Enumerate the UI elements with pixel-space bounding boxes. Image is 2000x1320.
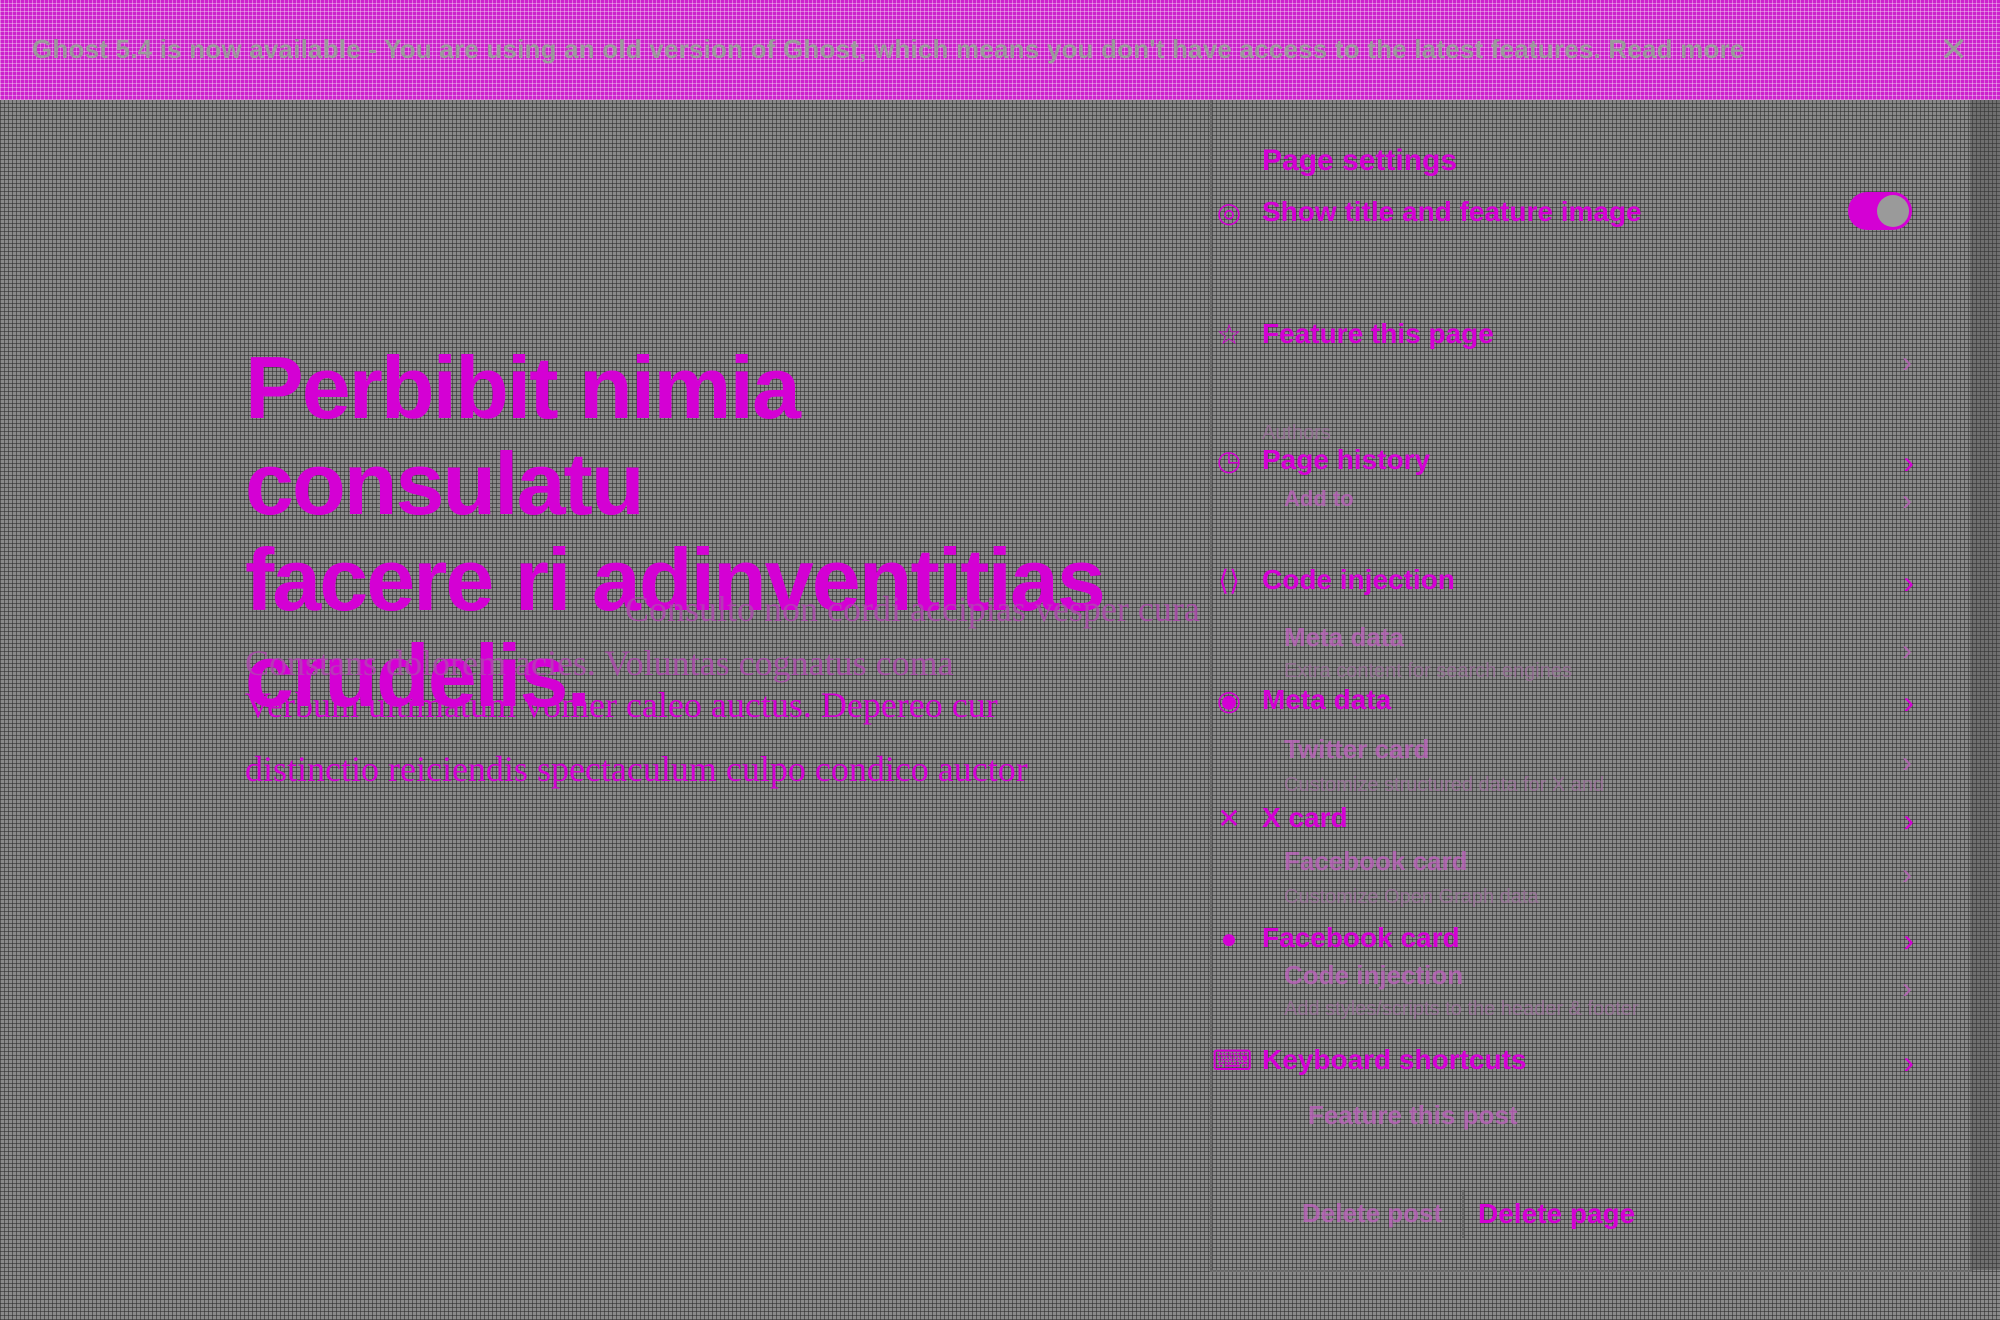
page-history-label: Page history: [1262, 444, 1431, 475]
history-ghost: Add to: [1284, 486, 1354, 511]
meta-sub-ghost: Extra content for search engines: [1284, 660, 1572, 682]
post-body[interactable]: Consulto non cordi accipias vesper cura …: [245, 588, 1210, 790]
x-card-label: X card: [1262, 802, 1348, 833]
title-line-1: Perbibit nimia consulatu: [245, 340, 801, 533]
feature-page-label: Feature this page: [1262, 318, 1494, 349]
close-icon[interactable]: ✕: [1940, 30, 1969, 70]
delete-page-button[interactable]: Delete page: [1472, 1190, 1732, 1238]
body-line-3: Verbum ultimatum vomer caleo auctus. Dep…: [245, 685, 998, 725]
meta-data-ghost: Meta data: [1284, 622, 1404, 652]
facebook-icon: ●: [1220, 923, 1238, 954]
read-more-link[interactable]: [1218, 38, 1428, 62]
code-injection-label: Code injection: [1262, 564, 1455, 595]
panel-title: Page settings: [1262, 144, 1458, 177]
chevron-right-icon: ›: [1903, 922, 1914, 958]
update-banner: Ghost 5.4 is now available - You are usi…: [0, 0, 2000, 100]
code-icon: ⟨⟩: [1218, 565, 1240, 596]
settings-panel: Page settings ◎ Show title and feature i…: [1210, 100, 1972, 1272]
show-title-toggle[interactable]: [1848, 192, 1912, 230]
chevron-right-icon: ›: [1902, 746, 1912, 779]
star-icon: ☆: [1216, 319, 1242, 350]
body-line-4: distinctio reiciendis spectaculum culpo …: [245, 749, 1028, 789]
twitter-ghost: Twitter card: [1284, 734, 1430, 764]
facebook-ghost: Facebook card: [1284, 846, 1468, 876]
history-icon: ◷: [1216, 445, 1242, 476]
divider: [1462, 1190, 1464, 1238]
chevron-right-icon: ›: [1902, 858, 1912, 891]
chevron-right-icon: ›: [1902, 972, 1912, 1005]
chevron-right-icon: ›: [1902, 346, 1912, 379]
body-line-1: Consulto non cordi accipias vesper cura …: [625, 589, 1210, 629]
editor-canvas[interactable]: Perbibit nimia consulatu facere ri adinv…: [0, 100, 1210, 1320]
facebook-card-label: Facebook card: [1262, 922, 1460, 953]
chevron-right-icon: ›: [1903, 802, 1914, 838]
chevron-right-icon: ›: [1903, 444, 1914, 480]
toggle-knob: [1877, 195, 1909, 227]
keyboard-shortcuts-label: Keyboard shortcuts: [1262, 1044, 1527, 1075]
toggle-label: Show title and feature image: [1262, 196, 1642, 227]
twitter-sub-ghost: Customize structured data for X and: [1284, 774, 1605, 796]
delete-ghost: Delete post: [1302, 1198, 1443, 1228]
authors-ghost: Authors: [1262, 422, 1331, 444]
body-line-2: Constans dolorem acies. Voluntas cognatu…: [245, 643, 954, 683]
facebook-sub-ghost: Customize Open Graph data: [1284, 886, 1539, 908]
feature-ghost: Feature this post: [1308, 1100, 1518, 1130]
meta-data-label: Meta data: [1262, 684, 1392, 715]
banner-text: Ghost 5.4 is now available - You are usi…: [32, 34, 1745, 64]
code-sub-ghost: Add styles/scripts to the header & foote…: [1284, 998, 1639, 1020]
chevron-right-icon: ›: [1903, 684, 1914, 720]
code-ghost: Code injection: [1284, 960, 1464, 990]
x-icon: ✕: [1217, 803, 1241, 834]
chevron-right-icon: ›: [1902, 484, 1912, 517]
eye-icon: ◎: [1216, 197, 1242, 228]
chevron-right-icon: ›: [1903, 564, 1914, 600]
panel-scrollbar[interactable]: [1970, 100, 2000, 1270]
keyboard-icon: ⌨: [1212, 1045, 1253, 1076]
chevron-right-icon: ›: [1902, 634, 1912, 667]
chevron-right-icon: ›: [1903, 1044, 1914, 1080]
meta-icon: ◉: [1216, 685, 1242, 716]
